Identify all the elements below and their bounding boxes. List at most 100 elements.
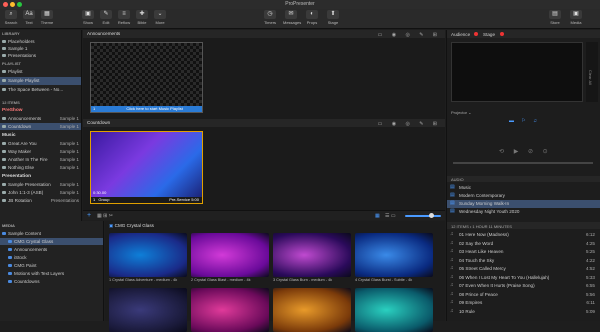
presentation-icon — [2, 166, 6, 169]
add-icon[interactable]: + — [87, 212, 91, 219]
song-row[interactable]: ♫ 04 Touch the Sky 4:22 — [447, 257, 600, 265]
search-toolbar-button[interactable]: ⌕ Search — [3, 10, 19, 25]
pane-tools-icons-2[interactable]: ▭ ◉ ◎ ✎ ⊞ — [378, 120, 441, 128]
projector-label: Projector — [451, 110, 468, 115]
media-folder-icon — [8, 280, 12, 283]
playlist-icon — [2, 88, 6, 91]
song-row[interactable]: ♫ 08 Prince of Peace 5:56 — [447, 291, 600, 299]
media-folder-item[interactable]: Countdowns — [0, 278, 103, 285]
media-thumbnail[interactable] — [355, 288, 433, 332]
song-row[interactable]: ♫ 06 When I Lost My Heart To You (Hallelu… — [447, 274, 600, 282]
media-folder-item[interactable]: CMG Paint — [0, 262, 103, 269]
stage-toolbar-button[interactable]: ⬆ Stage — [325, 10, 341, 25]
audio-scrubber[interactable] — [453, 162, 593, 164]
playlist-row-label: Announcements — [8, 116, 42, 121]
zoom-window-button[interactable] — [17, 2, 22, 7]
library-item[interactable]: Sample 1 — [0, 45, 81, 52]
edit-toolbar-button[interactable]: ✎ Edit — [98, 10, 114, 25]
playlist-item[interactable]: Sample Playlist — [0, 77, 81, 85]
playlist-row[interactable]: John 1:1-3 (ASB) Sample 1 — [0, 189, 81, 196]
audio-playlist-item[interactable]: ▤ Wednesday Night Youth 2020 — [447, 208, 600, 216]
song-row[interactable]: ♫ 07 Even When It Hurts (Praise Song) 6:55 — [447, 282, 600, 290]
playlist-group-header[interactable]: PreShow — [2, 108, 23, 113]
audience-status-icon[interactable] — [474, 32, 478, 36]
playlist-row[interactable]: Great Are You Sample 1 — [0, 140, 81, 147]
playlist-row-library: Presentations — [50, 198, 79, 203]
props-toolbar-button[interactable]: ◐ Props — [304, 10, 320, 25]
media-thumbnail[interactable] — [273, 288, 351, 332]
list-view-icon[interactable]: ☰ ▭ — [385, 213, 396, 219]
folder-icon — [2, 47, 6, 50]
edit-label: Edit — [102, 20, 110, 25]
timers-toolbar-button[interactable]: ◷ Timers — [262, 10, 278, 25]
countdown-slide[interactable]: 0:30.00 1 Group Pre-Service 5:00 — [90, 131, 203, 204]
playlist-item[interactable]: The Space Between - No... — [0, 86, 81, 94]
show-toolbar-button[interactable]: ▣ Show — [80, 10, 96, 25]
media-folder-item[interactable]: CMG Crystal Glass — [0, 238, 103, 245]
media-thumbnail[interactable] — [191, 288, 269, 332]
playlist-row[interactable]: JB Rotation Presentations — [0, 197, 81, 204]
media-thumbnail[interactable] — [355, 233, 433, 277]
stage-status-icon[interactable] — [500, 32, 504, 36]
song-row[interactable]: ♫ 01 Here Now (Madness) 6:12 — [447, 231, 600, 239]
media-folder-item[interactable]: iStock — [0, 254, 103, 261]
media-thumbnail[interactable] — [109, 233, 187, 277]
media-folder-item[interactable]: Motions with Text Layers — [0, 270, 103, 277]
media-toolbar-button[interactable]: ▣ Media — [568, 10, 584, 25]
transport-controls[interactable]: ⟲ ▶ ⊘ ⊙ — [499, 148, 552, 155]
text-toolbar-button[interactable]: Aa Text — [21, 10, 37, 25]
song-duration: 6:12 — [586, 232, 595, 237]
output-tabs-icons[interactable]: ▬ ⚐ ♫ — [509, 118, 540, 124]
grid-view-icon[interactable]: ▦ — [375, 213, 380, 219]
reflow-toolbar-button[interactable]: ≡ Reflow — [116, 10, 132, 25]
projector-select[interactable]: Projector ⌄ — [451, 110, 471, 115]
countdown-label-bar: 1 Group Pre-Service 5:00 — [91, 197, 202, 203]
playlist-row[interactable]: Way Maker Sample 1 — [0, 148, 81, 155]
pane-tools-icons[interactable]: ▭ ◉ ◎ ✎ ⊞ — [378, 31, 441, 39]
audio-playlist-item[interactable]: ▤ Sunday Morning Walk-In — [447, 200, 600, 208]
minimize-window-button[interactable] — [10, 2, 15, 7]
song-row[interactable]: ♫ 10 Rule 5:09 — [447, 308, 600, 316]
song-row[interactable]: ♫ 05 Street Called Mercy 4:52 — [447, 265, 600, 273]
audio-playlist-item[interactable]: ▤ Modern Contemporary — [447, 192, 600, 200]
media-folder-label: Announcements — [14, 247, 48, 252]
playlist-group-header[interactable]: Presentation — [2, 174, 31, 179]
playlist-row-label: Countdown — [8, 124, 32, 129]
playlist-group-header[interactable]: Music — [2, 133, 16, 138]
props-label: Props — [306, 20, 318, 25]
song-duration: 5:56 — [586, 291, 595, 297]
media-folder-item[interactable]: Announcements — [0, 246, 103, 253]
more-toolbar-button[interactable]: ⌄ More — [152, 10, 168, 25]
audio-playlist-item[interactable]: ▤ Music — [447, 184, 600, 192]
song-row[interactable]: ♫ 03 Heart Like Heaven 5:25 — [447, 248, 600, 256]
announcement-slide[interactable]: 1 Click here to start Music Playlist — [90, 42, 203, 113]
playlist-item[interactable]: Playlist — [0, 68, 81, 76]
layout-icons[interactable]: ▦ ⊞ ✂ — [97, 213, 113, 219]
media-thumbnail[interactable] — [191, 233, 269, 277]
media-caption: 1 Crystal Glass Adventure - medium - 4k — [109, 278, 178, 282]
music-note-icon: ♫ — [450, 248, 454, 254]
media-thumbnail[interactable] — [109, 288, 187, 332]
close-window-button[interactable] — [3, 2, 8, 7]
playlist-row[interactable]: Another In The Fire Sample 1 — [0, 156, 81, 163]
media-thumbnail[interactable] — [273, 233, 351, 277]
playlist-row[interactable]: Announcements Sample 1 — [0, 115, 81, 122]
store-toolbar-button[interactable]: ▤ Store — [547, 10, 563, 25]
zoom-slider-knob[interactable] — [429, 213, 434, 218]
playlist-row[interactable]: Sample Presentation Sample 1 — [0, 181, 81, 188]
presentation-icon — [2, 125, 6, 128]
library-item[interactable]: Presentations — [0, 52, 81, 59]
playlist-row[interactable]: Nothing Else Sample 1 — [0, 164, 81, 171]
playlist-row[interactable]: Countdown Sample 1 — [0, 123, 81, 130]
playlist-row-library: Sample 1 — [59, 190, 79, 195]
theme-toolbar-button[interactable]: ▦ Theme — [39, 10, 55, 25]
zoom-slider[interactable] — [405, 215, 441, 217]
music-note-icon: ♫ — [450, 290, 454, 297]
media-folder-item[interactable]: Sample Content — [0, 230, 103, 237]
media-folder-icon — [8, 264, 12, 267]
bible-toolbar-button[interactable]: ✚ Bible — [134, 10, 150, 25]
song-row[interactable]: ♫ 02 Say the Word 4:25 — [447, 240, 600, 248]
messages-toolbar-button[interactable]: ✉ Messages — [283, 10, 301, 25]
library-item[interactable]: Placeholders — [0, 38, 81, 45]
song-row[interactable]: ♫ 09 Empires 6:11 — [447, 299, 600, 307]
